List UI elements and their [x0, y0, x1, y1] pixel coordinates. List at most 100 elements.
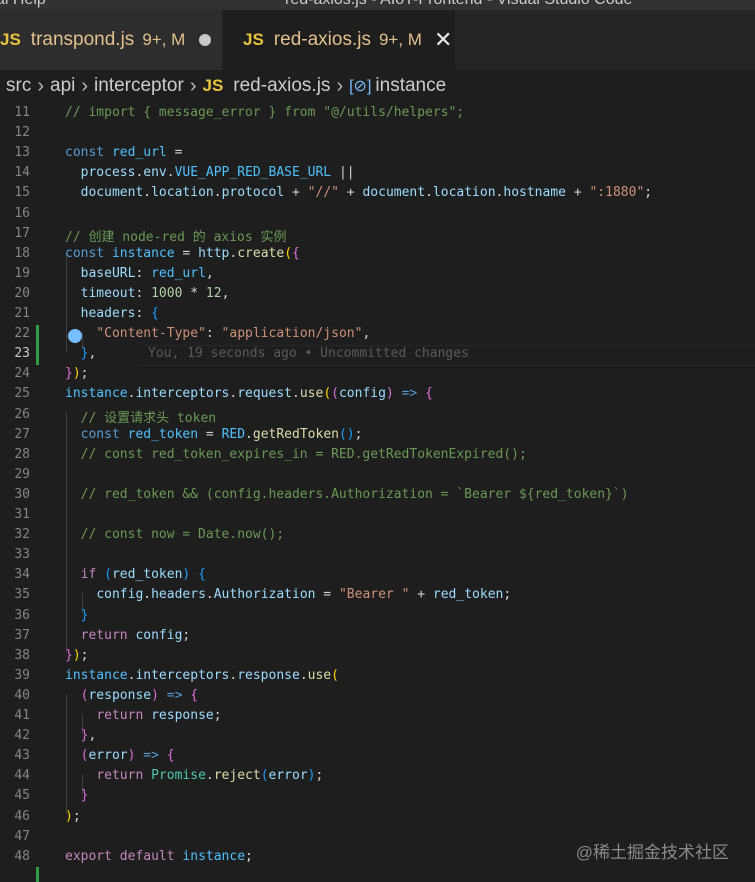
git-modified-gutter [36, 325, 39, 365]
editor-tab-bar: JS transpond.js 9+, M JS red-axios.js 9+… [0, 10, 755, 70]
unsaved-dot-icon[interactable] [199, 34, 212, 46]
code-line[interactable]: }, [65, 346, 97, 362]
line-number: 30 [14, 486, 30, 502]
code-line[interactable]: return response; [65, 708, 221, 723]
line-number: 48 [14, 848, 30, 864]
code-line[interactable]: instance.interceptors.response.use( [65, 668, 339, 683]
code-line[interactable]: export default instance; [65, 849, 253, 864]
code-line[interactable]: const instance = http.create({ [65, 246, 300, 261]
code-token: // const red_token_expires_in = RED.getR… [80, 446, 527, 462]
code-line[interactable]: }, [65, 728, 97, 743]
code-token: , [88, 346, 97, 362]
code-token: "application/json" [221, 326, 363, 342]
code-token: { [425, 386, 433, 402]
code-line[interactable]: timeout: 1000 * 12, [65, 285, 230, 301]
code-token: () [338, 426, 355, 442]
line-number: 19 [14, 265, 30, 281]
code-line[interactable]: "Content-Type": "application/json", [65, 326, 370, 341]
breadcrumb-item-interceptor[interactable]: interceptor [94, 75, 184, 97]
code-token: + [566, 185, 590, 201]
code-line[interactable]: if (red_token) { [65, 567, 206, 582]
code-token: : [135, 285, 152, 301]
code-line[interactable]: // red_token && (config.headers.Authoriz… [65, 487, 629, 502]
chevron-right-icon: › [81, 74, 89, 97]
code-line[interactable]: process.env.VUE_APP_RED_BASE_URL || [65, 165, 355, 180]
code-token: response [88, 687, 152, 703]
code-token: } [65, 366, 73, 382]
code-token: interceptors [135, 667, 230, 683]
code-token: instance [111, 245, 175, 261]
code-token: // 创建 node-red 的 axios 实例 [65, 229, 287, 245]
code-token: = [174, 245, 199, 261]
code-line[interactable]: const red_url = [65, 145, 182, 160]
code-token: ( [323, 386, 332, 402]
code-line[interactable]: // const red_token_expires_in = RED.getR… [65, 447, 527, 462]
code-token: Authorization [213, 587, 316, 603]
code-token: return [96, 708, 152, 723]
breadcrumb-item-api[interactable]: api [50, 75, 75, 97]
code-line[interactable]: // 设置请求头 token [65, 407, 216, 426]
code-line[interactable]: return config; [65, 628, 191, 643]
breadcrumb-item-file[interactable]: red-axios.js [233, 75, 330, 97]
code-token: ) [72, 366, 81, 382]
code-token: headers [151, 587, 206, 603]
code-line[interactable]: } [65, 788, 89, 803]
code-line[interactable]: ); [65, 809, 81, 824]
code-line[interactable]: headers: { [65, 306, 159, 321]
code-line[interactable]: return Promise.reject(error); [65, 768, 323, 783]
code-line[interactable]: // import { message_error } from "@/util… [65, 105, 464, 120]
code-editor[interactable]: You, 19 seconds ago • Uncommitted change… [0, 102, 755, 882]
code-line[interactable]: instance.interceptors.request.use((confi… [65, 386, 433, 401]
code-token: . [143, 587, 152, 603]
tab-badge: 9+, M [142, 30, 186, 49]
code-line[interactable]: baseURL: red_url, [65, 266, 214, 281]
code-line[interactable]: }); [65, 648, 88, 663]
code-token: export [65, 848, 120, 864]
code-token: : [135, 306, 152, 321]
code-token: // import { message_error } from "@/util… [65, 105, 465, 120]
code-token: . [143, 185, 152, 201]
code-token: . [213, 185, 222, 201]
code-line[interactable]: document.location.protocol + "//" + docu… [65, 185, 652, 200]
line-number: 13 [14, 145, 30, 161]
code-token: env [143, 165, 167, 181]
title-bar: al Help red-axios.js - AIoT-Frontend - V… [0, 0, 755, 10]
menu-bar[interactable]: al Help [0, 0, 46, 9]
code-line[interactable]: }); [65, 366, 88, 381]
code-token: baseURL [80, 265, 136, 281]
code-token: || [331, 165, 355, 181]
code-token: ( [331, 667, 339, 683]
line-number: 25 [14, 386, 30, 402]
line-number: 17 [14, 225, 30, 241]
code-token: ( [104, 567, 112, 583]
code-line[interactable]: // const now = Date.now(); [65, 527, 285, 542]
breadcrumb-item-src[interactable]: src [6, 75, 31, 97]
code-token: . [299, 667, 308, 683]
breadcrumb-item-symbol[interactable]: instance [375, 75, 446, 97]
code-line[interactable]: const red_token = RED.getRedToken(); [65, 426, 363, 442]
code-line[interactable]: } [65, 608, 89, 623]
code-line[interactable]: // 创建 node-red 的 axios 实例 [65, 226, 287, 245]
code-token: ) [65, 808, 73, 824]
code-line[interactable]: (response) => { [65, 688, 198, 703]
tab-label: transpond.js [30, 29, 135, 50]
code-token: ; [354, 426, 363, 442]
code-token: instance [65, 667, 128, 683]
code-line[interactable]: config.headers.Authorization = "Bearer "… [65, 587, 511, 602]
code-token: process [80, 165, 136, 181]
line-number: 14 [14, 165, 30, 181]
code-token: { [198, 567, 206, 583]
code-token: ":1880" [589, 185, 645, 201]
tab-transpond-js[interactable]: JS transpond.js 9+, M [0, 10, 222, 70]
tab-red-axios-js[interactable]: JS red-axios.js 9+, M ✕ [223, 10, 455, 70]
js-file-icon: JS [202, 76, 224, 95]
close-icon[interactable]: ✕ [434, 27, 452, 53]
watermark: @稀土掘金技术社区 [575, 843, 729, 862]
code-line[interactable]: (error) => { [65, 748, 175, 763]
line-number: 20 [14, 285, 30, 301]
